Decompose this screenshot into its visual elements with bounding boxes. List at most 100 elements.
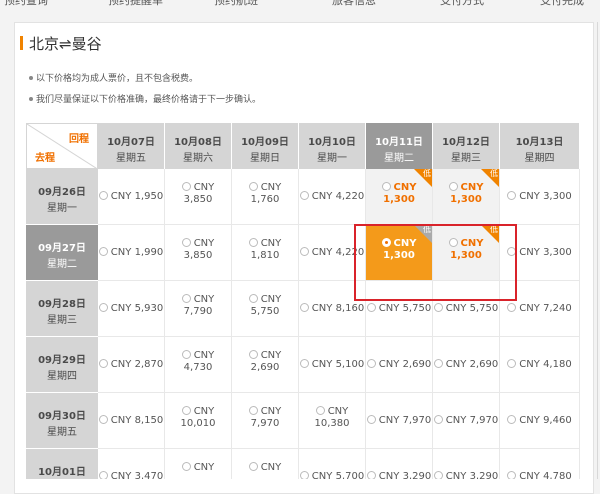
price-text: CNY 3,470 [98,470,164,479]
price-cell[interactable]: CNY 9,460 [500,393,580,449]
price-cell[interactable]: CNY 7,790 [165,281,232,337]
price-cell[interactable]: CNY 3,290 [366,449,433,479]
radio-button-icon[interactable] [381,181,391,191]
radio-button-icon[interactable] [433,302,443,312]
price-cell[interactable]: CNY [232,449,299,479]
nav-step-6[interactable]: 支付完成 [540,0,584,8]
radio-button-icon[interactable] [248,349,258,359]
radio-button-icon[interactable] [299,190,309,200]
row-date: 10月01日 [38,467,86,478]
radio-button-icon[interactable] [248,293,258,303]
radio-button-icon[interactable] [507,190,517,200]
radio-button-icon[interactable] [98,470,108,479]
price-cell[interactable]: CNY 3,290 [433,449,500,479]
radio-button-icon[interactable] [181,293,191,303]
nav-step-3[interactable]: 预约航班 [214,0,258,8]
price-currency: CNY [519,303,540,314]
price-cell[interactable]: CNY 1,950 [98,169,165,225]
price-cell[interactable]: CNY 3,300 [500,169,580,225]
radio-button-icon[interactable] [248,181,258,191]
radio-button-icon[interactable] [299,246,309,256]
price-cell[interactable]: CNY 5,750 [232,281,299,337]
price-currency: CNY [193,406,215,417]
radio-button-icon[interactable] [248,405,258,415]
radio-button-icon[interactable] [433,414,443,424]
price-cell[interactable]: CNY 1,300 低 [433,169,500,225]
radio-button-icon[interactable] [507,470,517,479]
radio-button-icon[interactable] [98,358,108,368]
nav-step-2[interactable]: 预约提醒单 [108,0,163,8]
radio-button-icon[interactable] [181,461,191,471]
price-cell[interactable]: CNY 10,010 [165,393,232,449]
header-date: 10月12日 [442,137,490,148]
price-cell[interactable]: CNY 3,470 [98,449,165,479]
radio-button-icon[interactable] [98,302,108,312]
price-currency: CNY [193,182,215,193]
price-cell[interactable]: CNY 7,970 [433,393,500,449]
price-text: CNY 5,750 [433,302,499,314]
radio-button-icon[interactable] [507,302,517,312]
price-text: CNY 10,380 [299,405,365,430]
price-text: CNY [165,461,231,474]
price-amount: 4,730 [183,362,213,373]
price-cell[interactable]: CNY 4,220 [299,169,366,225]
price-cell[interactable]: CNY 5,700 [299,449,366,479]
radio-button-icon[interactable] [507,414,517,424]
radio-button-icon[interactable] [248,461,258,471]
row-date: 09月29日 [38,355,86,366]
radio-button-icon[interactable] [507,358,517,368]
price-currency: CNY [519,191,540,202]
price-cell[interactable]: CNY 5,930 [98,281,165,337]
radio-button-icon[interactable] [181,349,191,359]
price-cell[interactable]: CNY 2,690 [433,337,500,393]
price-currency: CNY [260,406,282,417]
radio-button-icon[interactable] [299,302,309,312]
price-cell[interactable]: CNY 1,990 [98,225,165,281]
price-cell[interactable]: CNY 8,150 [98,393,165,449]
price-cell[interactable]: CNY 2,870 [98,337,165,393]
row-weekday: 星期一 [47,203,77,214]
radio-button-icon[interactable] [98,190,108,200]
price-cell[interactable]: CNY 1,300 低 [366,169,433,225]
price-cell[interactable]: CNY 2,690 [366,337,433,393]
price-cell[interactable]: CNY 1,810 [232,225,299,281]
radio-button-icon[interactable] [366,302,376,312]
nav-step-1[interactable]: 预约查询 [4,0,48,8]
note-text: 我们尽量保证以下价格准确，最终价格请于下一步确认。 [36,95,262,105]
radio-button-icon[interactable] [181,181,191,191]
price-amount: 3,290 [469,471,499,479]
nav-step-5[interactable]: 支付方式 [440,0,484,8]
price-currency: CNY [311,303,333,314]
radio-button-icon[interactable] [181,237,191,247]
price-cell[interactable]: CNY 4,780 [500,449,580,479]
price-cell[interactable]: CNY 2,690 [232,337,299,393]
radio-button-icon[interactable] [433,470,443,479]
return-date-header: 10月12日 星期三 [433,123,500,169]
radio-button-icon[interactable] [98,246,108,256]
price-cell[interactable]: CNY [165,449,232,479]
page-divider [597,22,598,479]
price-cell[interactable]: CNY 4,180 [500,337,580,393]
price-cell[interactable]: CNY 10,380 [299,393,366,449]
radio-button-icon[interactable] [299,358,309,368]
radio-button-icon[interactable] [366,358,376,368]
price-cell[interactable]: CNY 3,850 [165,169,232,225]
nav-step-4[interactable]: 旅客信息 [332,0,376,8]
price-cell[interactable]: CNY 4,730 [165,337,232,393]
depart-date-label: 09月26日 星期一 [26,169,98,225]
radio-button-icon[interactable] [98,414,108,424]
price-cell[interactable]: CNY 3,850 [165,225,232,281]
price-currency: CNY [378,303,400,314]
radio-button-icon[interactable] [448,181,458,191]
price-cell[interactable]: CNY 1,760 [232,169,299,225]
radio-button-icon[interactable] [181,405,191,415]
radio-button-icon[interactable] [366,470,376,479]
radio-button-icon[interactable] [315,405,325,415]
price-cell[interactable]: CNY 7,970 [232,393,299,449]
radio-button-icon[interactable] [299,470,309,479]
radio-button-icon[interactable] [366,414,376,424]
radio-button-icon[interactable] [248,237,258,247]
price-cell[interactable]: CNY 7,970 [366,393,433,449]
price-cell[interactable]: CNY 5,100 [299,337,366,393]
radio-button-icon[interactable] [433,358,443,368]
